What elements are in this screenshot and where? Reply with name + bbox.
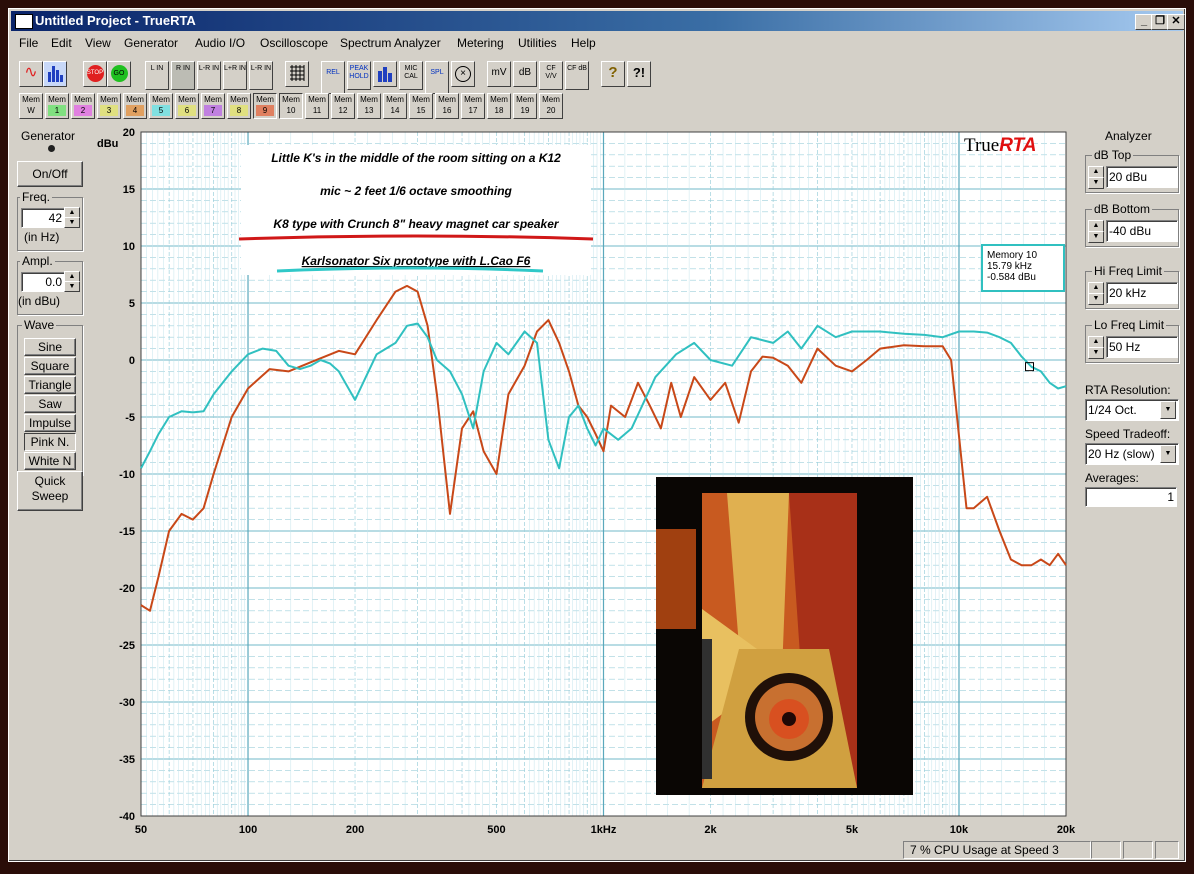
x-tick-label: 100	[239, 824, 257, 836]
y-tick-label: -20	[119, 583, 135, 595]
app-window: Untitled Project - TrueRTA _ ❐ ✕ File Ed…	[8, 8, 1186, 862]
x-tick-label: 200	[346, 824, 364, 836]
logo-true-text: True	[964, 135, 999, 156]
y-tick-label: -5	[125, 412, 135, 424]
status-cell-3	[1155, 841, 1179, 859]
x-tick-label: 10k	[950, 824, 969, 836]
memory-marker-line-1: Memory 10	[987, 250, 1037, 261]
y-tick-label: -30	[119, 697, 135, 709]
y-tick-label: 0	[129, 355, 135, 367]
memory-marker-line-3: -0.584 dBu	[987, 272, 1036, 283]
y-tick-label: 10	[123, 241, 135, 253]
x-tick-label: 5k	[846, 824, 859, 836]
svg-text:TrueRTA: TrueRTA	[964, 135, 1037, 156]
memory-marker-line-2: 15.79 kHz	[987, 261, 1032, 272]
y-tick-label: -35	[119, 754, 135, 766]
y-tick-label: -15	[119, 526, 135, 538]
annotation-line-2: mic ~ 2 feet 1/6 octave smoothing	[320, 184, 512, 198]
speaker-photo	[656, 477, 913, 795]
annotation-line-4: Karlsonator Six prototype with L.Cao F6	[302, 254, 531, 268]
y-tick-label: 15	[123, 184, 135, 196]
x-tick-label: 1kHz	[591, 824, 617, 836]
cpu-usage-status: 7 % CPU Usage at Speed 3	[903, 841, 1091, 859]
annotation-line-1: Little K's in the middle of the room sit…	[271, 151, 561, 165]
y-tick-label: 5	[129, 298, 135, 310]
status-bar: 7 % CPU Usage at Speed 3	[11, 839, 1181, 859]
truerta-logo: TrueRTA	[964, 135, 1037, 156]
y-tick-label: -10	[119, 469, 135, 481]
status-cell-2	[1123, 841, 1153, 859]
x-tick-label: 500	[487, 824, 505, 836]
status-cell-1	[1091, 841, 1121, 859]
rta-plot[interactable]: 20151050-5-10-15-20-25-30-35-4050 100 200 5…	[9, 9, 1185, 861]
x-tick-label: 2k	[704, 824, 717, 836]
x-tick-label: 50	[135, 824, 147, 836]
y-axis-unit-label: dBu	[97, 138, 118, 150]
logo-rta-text: RTA	[999, 135, 1036, 156]
y-tick-label: 20	[123, 127, 135, 139]
y-tick-label: -40	[119, 811, 135, 823]
annotation-line-3: K8 type with Crunch 8" heavy magnet car …	[273, 217, 559, 231]
x-tick-label: 20k	[1057, 824, 1076, 836]
y-tick-label: -25	[119, 640, 135, 652]
